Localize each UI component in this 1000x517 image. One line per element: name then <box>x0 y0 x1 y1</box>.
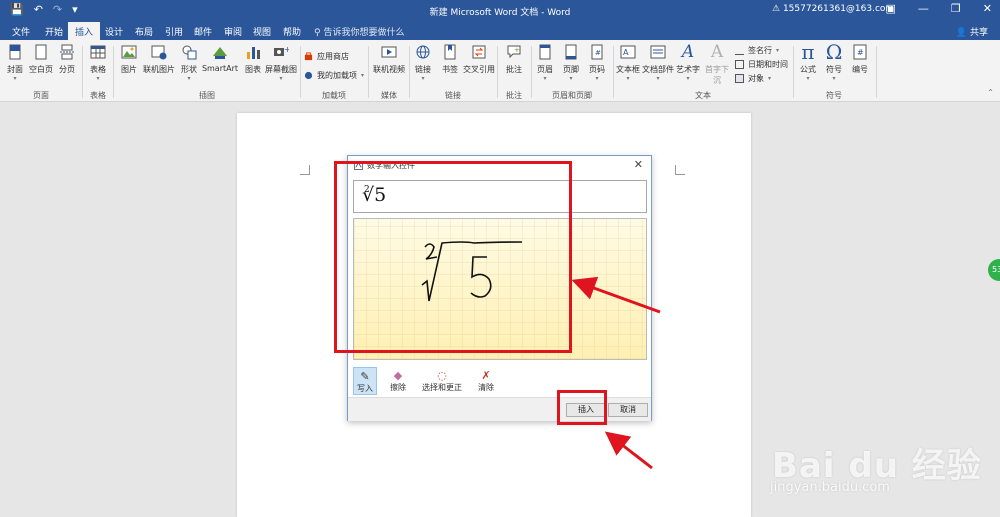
watermark-url: jingyan.baidu.com <box>770 480 890 495</box>
arrow-to-insert <box>604 431 653 470</box>
arrow-to-canvas <box>571 276 661 314</box>
